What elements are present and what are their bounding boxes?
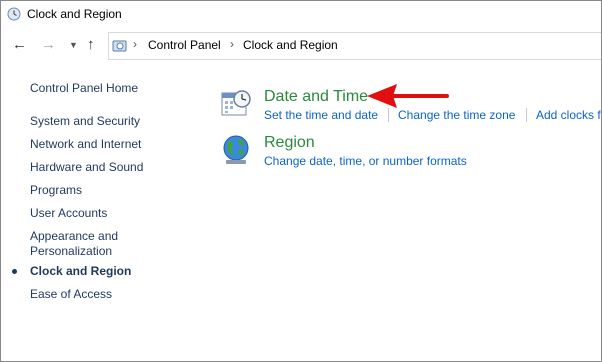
address-bar[interactable]: › Control Panel › Clock and Region bbox=[108, 32, 601, 60]
back-arrow-icon[interactable]: ← bbox=[12, 35, 27, 55]
sidebar-item-appearance-line2[interactable]: Personalization bbox=[30, 244, 112, 259]
task-change-formats[interactable]: Change date, time, or number formats bbox=[264, 154, 467, 168]
clock-region-icon bbox=[7, 7, 21, 21]
sidebar-item-programs[interactable]: Programs bbox=[30, 183, 82, 198]
sidebar-item-system-and-security[interactable]: System and Security bbox=[30, 114, 140, 129]
category-title-date-and-time[interactable]: Date and Time bbox=[264, 88, 368, 106]
current-item-bullet bbox=[12, 269, 17, 274]
up-arrow-icon[interactable]: ↑ bbox=[87, 35, 95, 55]
sidebar-item-hardware-and-sound[interactable]: Hardware and Sound bbox=[30, 160, 143, 175]
forward-arrow-icon[interactable]: → bbox=[41, 35, 56, 55]
navigation-bar: ← → ▼ ↑ › Control Panel › Clock and Regi… bbox=[1, 29, 601, 63]
breadcrumb-separator-icon: › bbox=[133, 37, 137, 51]
control-panel-icon bbox=[112, 40, 127, 52]
sidebar-item-clock-and-region[interactable]: Clock and Region bbox=[30, 264, 131, 279]
sidebar-item-appearance-line1[interactable]: Appearance and bbox=[30, 229, 118, 244]
task-set-time-and-date[interactable]: Set the time and date bbox=[264, 108, 378, 122]
title-bar: Clock and Region bbox=[1, 1, 601, 27]
control-panel-window: Clock and Region ← → ▼ ↑ › Control Panel… bbox=[0, 0, 602, 362]
sidebar-item-ease-of-access[interactable]: Ease of Access bbox=[30, 287, 112, 302]
chevron-down-icon[interactable]: ▼ bbox=[69, 35, 78, 55]
breadcrumb-separator-icon: › bbox=[230, 37, 234, 51]
breadcrumb-control-panel[interactable]: Control Panel bbox=[148, 38, 221, 52]
sidebar-item-network-and-internet[interactable]: Network and Internet bbox=[30, 137, 141, 152]
calendar-clock-icon[interactable] bbox=[220, 87, 252, 119]
globe-icon[interactable] bbox=[220, 134, 252, 166]
sidebar-item-control-panel-home[interactable]: Control Panel Home bbox=[30, 81, 138, 96]
annotation-arrow-icon bbox=[367, 84, 449, 108]
breadcrumb-clock-and-region[interactable]: Clock and Region bbox=[243, 38, 338, 52]
category-title-region[interactable]: Region bbox=[264, 134, 315, 152]
sidebar-item-user-accounts[interactable]: User Accounts bbox=[30, 206, 107, 221]
task-separator bbox=[526, 108, 527, 122]
task-add-clocks[interactable]: Add clocks f bbox=[536, 108, 601, 122]
window-title: Clock and Region bbox=[27, 7, 122, 21]
